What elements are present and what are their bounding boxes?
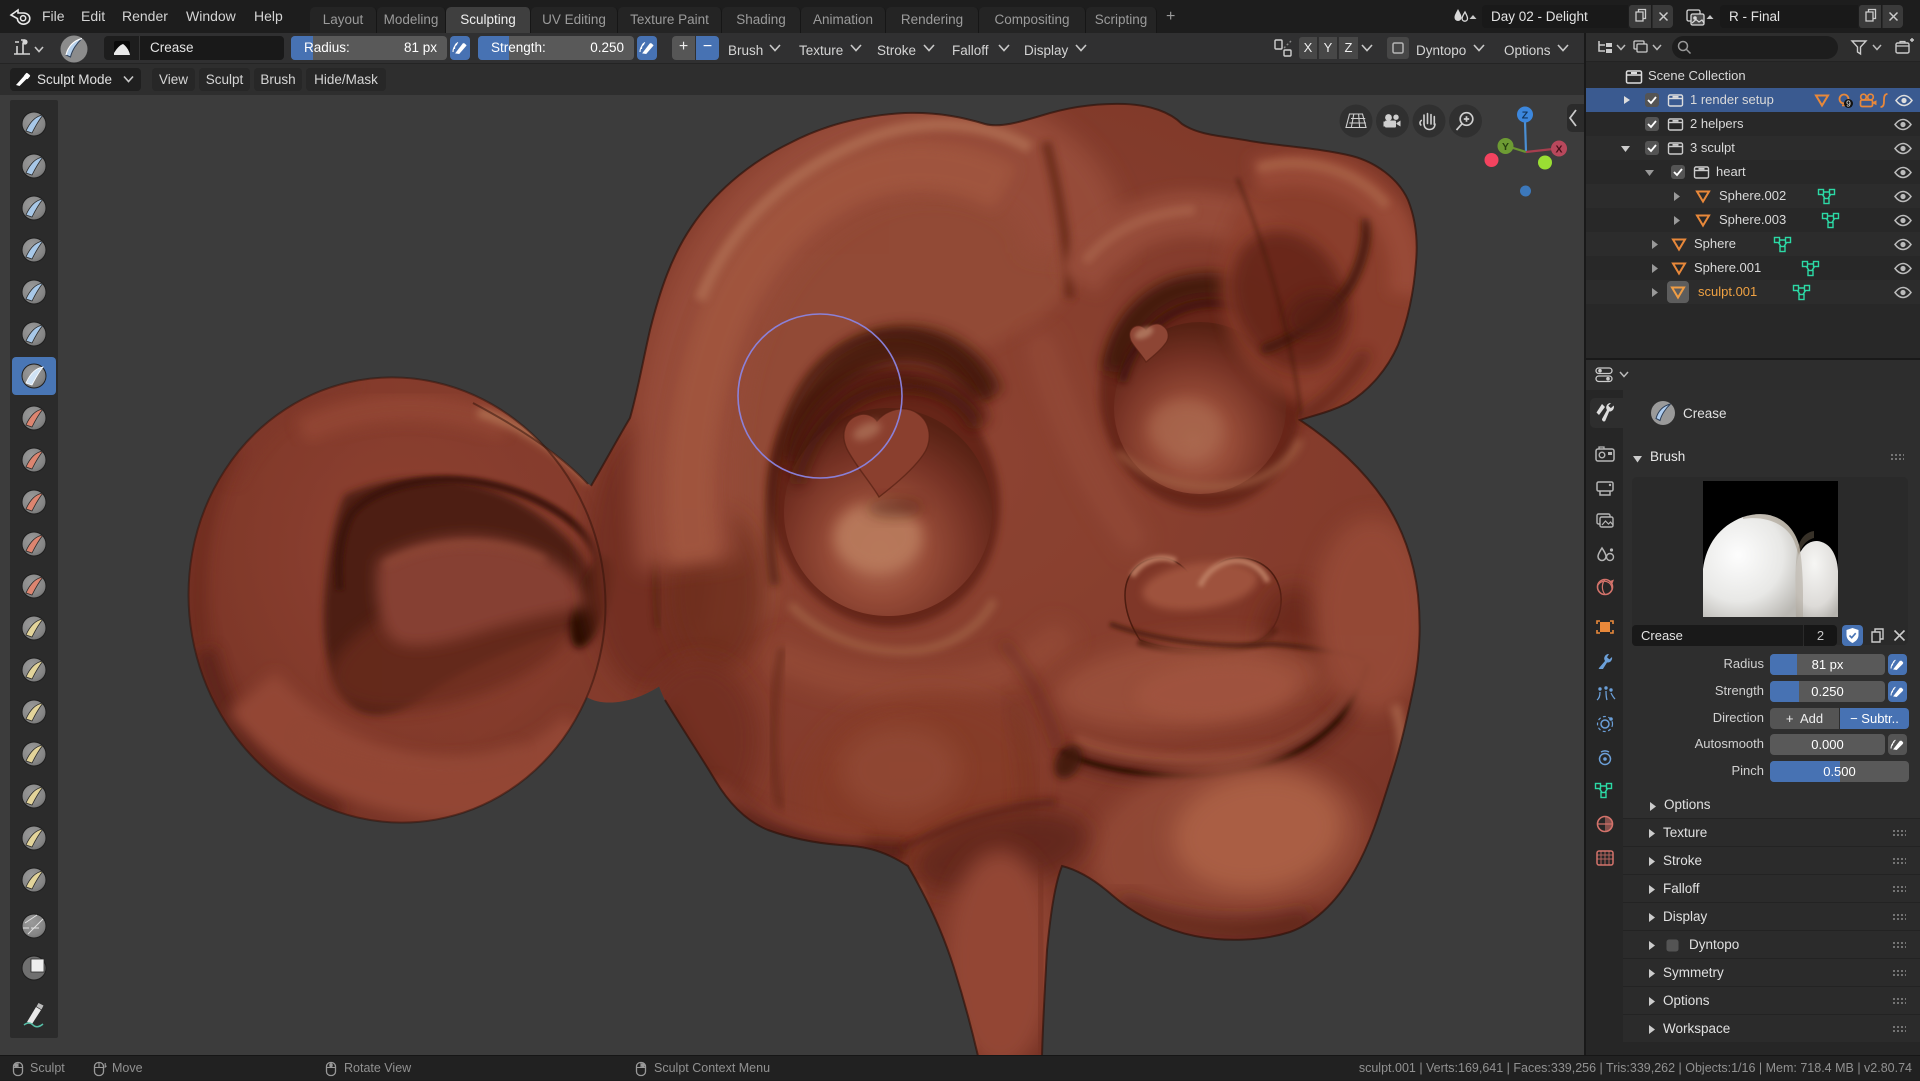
svg-text:X: X bbox=[1555, 144, 1562, 156]
svg-text:Y: Y bbox=[1502, 141, 1509, 153]
svg-text:9: 9 bbox=[1846, 99, 1851, 109]
svg-text:Z: Z bbox=[1522, 110, 1529, 122]
